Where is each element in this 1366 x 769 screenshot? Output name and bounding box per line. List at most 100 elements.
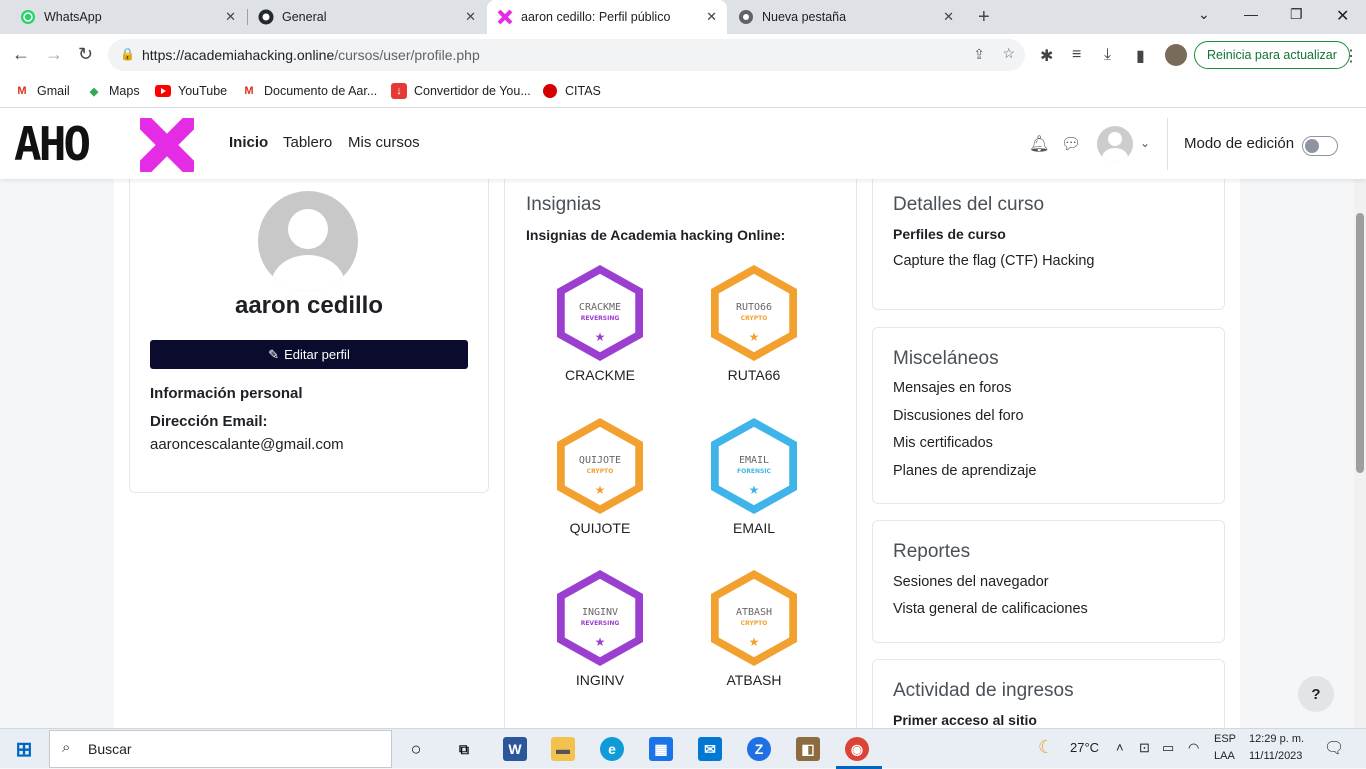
badge-1[interactable]: RUTO66 CRYPTO ★ RUTA66 (704, 263, 804, 383)
badge-2[interactable]: QUIJOTE CRYPTO ★ QUIJOTE (550, 416, 650, 536)
bookmark-documento[interactable]: M Documento de Aar... (241, 83, 377, 99)
tray-chevron-icon[interactable]: ˄ (1116, 740, 1124, 755)
bell-icon[interactable]: 🔔︎ (1029, 134, 1049, 154)
minimize-icon[interactable]: — (1244, 6, 1258, 22)
zoom-icon[interactable]: Z (747, 737, 771, 761)
bookmark-citas[interactable]: CITAS (542, 83, 601, 99)
clock-time[interactable]: 12:29 p. m. (1249, 733, 1304, 745)
download-icon[interactable]: ⤓ (1104, 46, 1111, 64)
tab-search-icon[interactable]: ⌄ (1198, 6, 1210, 23)
tab-new[interactable]: Nueva pestaña ✕ (728, 0, 964, 34)
edge-icon[interactable]: e (600, 737, 624, 761)
restart-update-button[interactable]: Reinicia para actualizar (1194, 41, 1350, 69)
bookmark-maps[interactable]: ◆ Maps (86, 83, 140, 99)
store-icon[interactable]: ▦ (649, 737, 673, 761)
weather-icon[interactable]: ☾ (1038, 737, 1054, 758)
close-icon[interactable]: ✕ (465, 9, 476, 25)
nav-tablero[interactable]: Tablero (283, 134, 332, 151)
edit-mode-toggle[interactable] (1302, 136, 1338, 156)
scrollbar-thumb[interactable] (1356, 213, 1364, 473)
badge-4[interactable]: INGINV REVERSING ★ INGINV (550, 568, 650, 688)
misc-link-learning-plans[interactable]: Planes de aprendizaje (893, 463, 1037, 479)
tab-profile[interactable]: aaron cedillo: Perfil público ✕ (487, 0, 727, 34)
bookmark-convertidor[interactable]: ↓ Convertidor de You... (391, 83, 531, 99)
badge-3[interactable]: EMAIL FORENSIC ★ EMAIL (704, 416, 804, 536)
badge-inner-sub: REVERSING (581, 620, 620, 627)
misc-link-forum-discussions[interactable]: Discusiones del foro (893, 408, 1024, 424)
badge-inner-title: RUTO66 (736, 302, 772, 313)
badge-hexagon-icon: EMAIL FORENSIC ★ (711, 418, 797, 514)
extensions-icon[interactable]: ✱ (1040, 46, 1053, 66)
clock-date[interactable]: 11/11/2023 (1249, 750, 1302, 762)
task-view-icon[interactable]: ⧉ (452, 737, 476, 761)
badge-hexagon-icon: ATBASH CRYPTO ★ (711, 570, 797, 666)
bookmarks-bar: M Gmail ◆ Maps YouTube M Documento de Aar..… (0, 76, 1366, 108)
taskbar-search[interactable]: ⌕ Buscar (49, 730, 392, 768)
misc-link-certificates[interactable]: Mis certificados (893, 435, 993, 451)
forward-icon[interactable]: → (45, 44, 63, 65)
close-icon[interactable]: ✕ (943, 9, 954, 25)
site-logo[interactable]: AHO (14, 121, 91, 167)
weather-temp[interactable]: 27°C (1070, 740, 1099, 755)
url-host: https://academiahacking.online (142, 47, 335, 63)
app-icon[interactable]: ◧ (796, 737, 820, 761)
profile-avatar-icon[interactable] (1165, 44, 1187, 66)
notifications-icon[interactable]: 🗨︎ (1324, 738, 1344, 758)
close-icon[interactable]: ✕ (706, 9, 717, 25)
file-explorer-icon[interactable]: ▬ (551, 737, 575, 761)
tab-general[interactable]: General ✕ (248, 0, 486, 34)
mail-icon[interactable]: ✉ (698, 737, 722, 761)
edit-icon: ✎ (268, 346, 280, 362)
badge-0[interactable]: CRACKME REVERSING ★ CRACKME (550, 263, 650, 383)
email-label: Dirección Email: (150, 413, 268, 430)
report-link-sessions[interactable]: Sesiones del navegador (893, 574, 1049, 590)
cortana-icon[interactable]: ○ (404, 737, 428, 761)
battery-icon[interactable]: ▭ (1162, 740, 1174, 756)
badge-inner-title: EMAIL (739, 455, 769, 466)
windows-taskbar: ⊞ ⌕ Buscar ○ ⧉ W ▬ e ▦ ✉ Z ◧ ◉ ☾ 27°C ˄ … (0, 728, 1366, 769)
message-icon[interactable]: 💬︎ (1061, 134, 1081, 154)
report-link-grades[interactable]: Vista general de calificaciones (893, 601, 1088, 617)
help-button[interactable]: ? (1298, 676, 1334, 712)
reload-icon[interactable]: ↻ (78, 44, 93, 65)
window-close-icon[interactable]: ✕ (1336, 6, 1349, 26)
course-link[interactable]: Capture the flag (CTF) Hacking (893, 253, 1094, 269)
badge-star-icon: ★ (595, 483, 606, 497)
chrome-taskbar-icon[interactable]: ◉ (845, 737, 869, 761)
media-icon[interactable]: ≡ (1072, 46, 1081, 64)
user-avatar[interactable] (1097, 126, 1133, 162)
back-icon[interactable]: ← (12, 44, 30, 65)
badge-name: CRACKME (564, 367, 635, 383)
bookmark-gmail[interactable]: M Gmail (14, 83, 69, 99)
nav-inicio[interactable]: Inicio (229, 134, 268, 151)
share-icon[interactable]: ⇪ (973, 46, 985, 63)
badge-star-icon: ★ (595, 635, 606, 649)
language-code[interactable]: ESP (1214, 733, 1236, 745)
word-icon[interactable]: W (503, 737, 527, 761)
restore-icon[interactable]: ❐ (1290, 6, 1303, 23)
nav-mis-cursos[interactable]: Mis cursos (348, 134, 420, 151)
language-layout[interactable]: LAA (1214, 750, 1235, 762)
misc-link-forum-posts[interactable]: Mensajes en foros (893, 380, 1011, 396)
tab-whatsapp[interactable]: WhatsApp ✕ (10, 0, 246, 34)
windows-start-icon[interactable]: ⊞ (12, 737, 36, 761)
menu-dots-icon[interactable]: ⋮ (1343, 46, 1359, 66)
star-icon[interactable]: ☆ (1002, 45, 1015, 62)
bookmark-label: Maps (109, 84, 140, 98)
new-tab-icon[interactable]: + (978, 6, 990, 29)
close-icon[interactable]: ✕ (225, 9, 236, 25)
wifi-icon[interactable]: ◠ (1188, 740, 1199, 756)
bookmark-label: YouTube (178, 84, 228, 98)
bookmark-youtube[interactable]: YouTube (155, 83, 227, 99)
address-bar[interactable]: 🔒 https://academiahacking.online/cursos/… (108, 39, 1025, 71)
edit-profile-button[interactable]: ✎ Editar perfil (150, 340, 468, 369)
badge-inner-sub: REVERSING (581, 315, 620, 322)
page-scrollbar[interactable] (1354, 179, 1366, 728)
chevron-down-icon[interactable]: ⌄ (1140, 136, 1150, 150)
download-red-icon: ↓ (391, 83, 407, 99)
network-device-icon[interactable]: ⊡ (1139, 740, 1150, 756)
youtube-icon (155, 83, 171, 99)
badge-5[interactable]: ATBASH CRYPTO ★ ATBASH (704, 568, 804, 688)
sidepanel-icon[interactable]: ▮ (1136, 46, 1145, 66)
badge-inner-title: QUIJOTE (579, 455, 621, 466)
